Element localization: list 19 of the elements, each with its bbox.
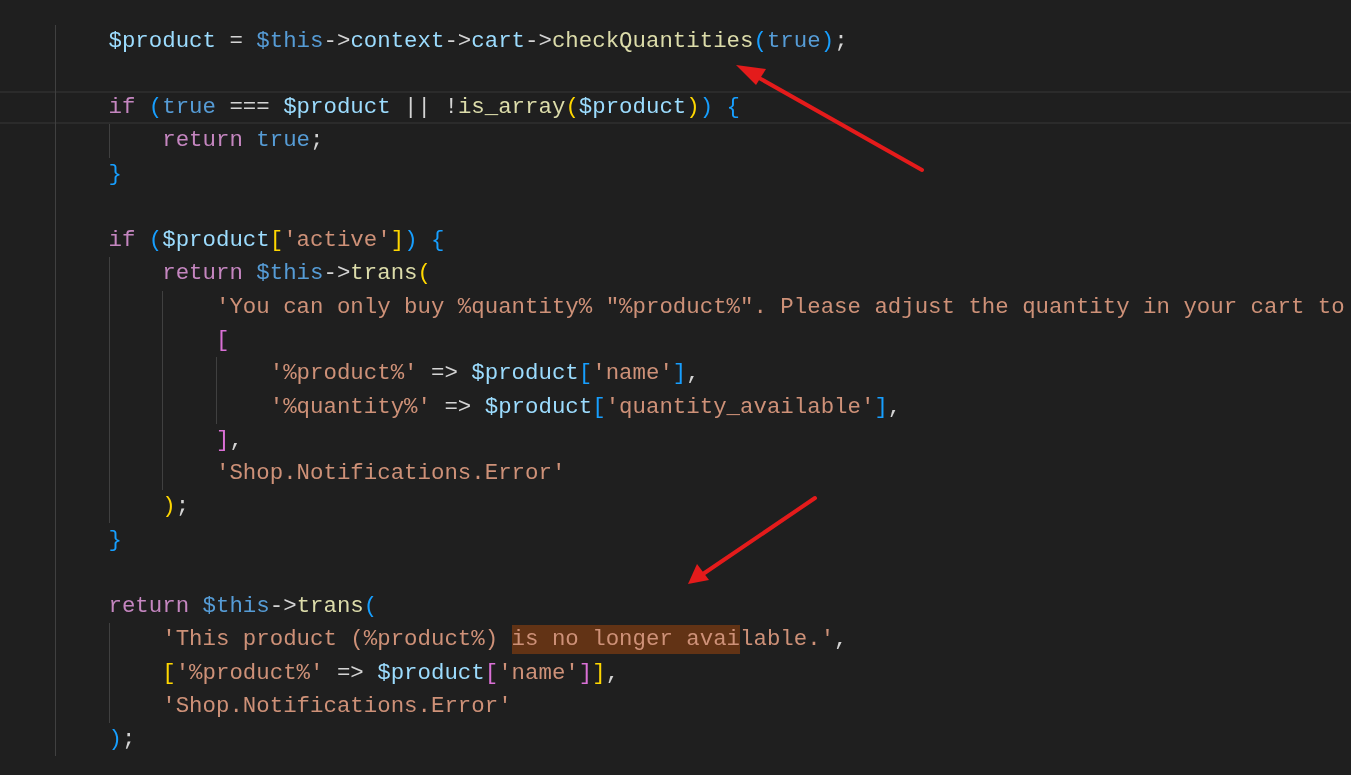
code-line: if (true === $product || !is_array($product)) { (107, 93, 741, 123)
code-line: ], (215, 425, 243, 455)
code-line: } (107, 159, 122, 189)
code-line: [ (215, 326, 230, 355)
code-line: 'This product (%product%) is no longer available.', (161, 625, 848, 655)
code-line: } (107, 525, 122, 555)
code-line: 'Shop.Notifications.Error' (215, 459, 566, 489)
code-line: '%quantity%' => $product['quantity_available'], (268, 392, 902, 422)
code-line: return $this->trans( (161, 259, 431, 289)
code-line: $product = $this->context->cart->checkQuantities(true); (107, 26, 848, 56)
code-line: if ($product['active']) { (107, 226, 445, 256)
code-line: 'Shop.Notifications.Error' (161, 691, 512, 721)
code-line: return true; (161, 126, 324, 156)
code-line: ); (161, 492, 190, 522)
code-line: return $this->trans( (107, 592, 378, 622)
code-line: '%product%' => $product['name'], (268, 359, 700, 389)
code-line: 'You can only buy %quantity% "%product%". Please adjust the quantity in your cart to (215, 292, 1345, 322)
code-line: ); (107, 725, 136, 755)
code-line: ['%product%' => $product['name']], (161, 658, 620, 688)
